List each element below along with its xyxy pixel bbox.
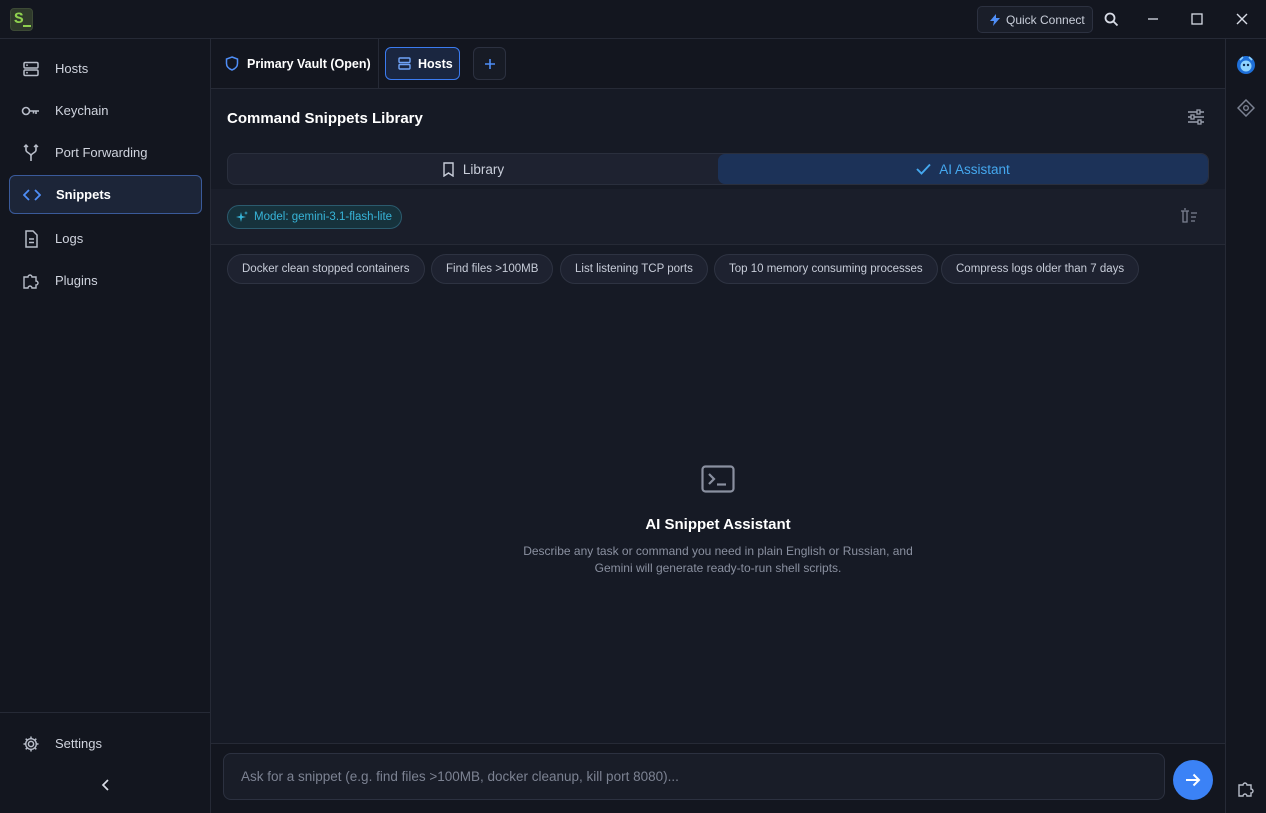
arrow-right-icon [1185, 773, 1201, 787]
puzzle-icon [21, 271, 41, 291]
sparkles-icon [236, 211, 248, 223]
segment-label: AI Assistant [939, 161, 1010, 177]
segment-label: Library [462, 161, 505, 177]
suggestion-chip[interactable]: Top 10 memory consuming processes [714, 254, 938, 284]
suggestion-chip[interactable]: List listening TCP ports [560, 254, 708, 284]
suggestion-chip[interactable]: Find files >100MB [431, 254, 554, 284]
app-logo: S [10, 8, 33, 31]
add-tab-button[interactable] [473, 47, 506, 80]
title-bar: S Quick Connect [0, 0, 1266, 39]
sidebar-item-label: Port Forwarding [55, 145, 148, 160]
empty-state-title: AI Snippet Assistant [645, 516, 791, 533]
shield-icon [225, 56, 239, 71]
gear-icon [21, 734, 41, 754]
page-title: Command Snippets Library [227, 110, 423, 127]
sidebar-item-label: Snippets [56, 187, 111, 202]
check-icon [916, 163, 931, 175]
empty-state-description: Describe any task or command you need in… [523, 544, 913, 575]
chevron-left-icon[interactable] [98, 777, 114, 793]
terminal-icon [701, 465, 735, 493]
assistant-avatar-icon[interactable] [1236, 55, 1256, 75]
sidebar-item-logs[interactable]: Logs [9, 219, 202, 258]
sidebar-item-settings[interactable]: Settings [9, 724, 202, 763]
ai-diamond-icon[interactable] [1237, 99, 1255, 117]
segment-library[interactable]: Library [228, 154, 718, 184]
model-strip: Model: gemini-3.1-flash-lite [211, 189, 1225, 245]
sidebar-divider [0, 712, 210, 713]
search-icon[interactable] [1101, 9, 1121, 29]
sidebar-item-plugins[interactable]: Plugins [9, 261, 202, 300]
sidebar-item-label: Keychain [55, 103, 109, 118]
send-button[interactable] [1173, 760, 1213, 800]
mode-segmented-control: Library AI Assistant [227, 153, 1209, 185]
sidebar-item-port-forwarding[interactable]: Port Forwarding [9, 133, 202, 172]
server-icon [398, 57, 411, 70]
sidebar-item-label: Hosts [55, 61, 89, 76]
prompt-input[interactable] [223, 753, 1165, 800]
quick-connect-label: Quick Connect [1006, 12, 1085, 27]
sidebar-item-label: Logs [55, 231, 84, 246]
code-icon [22, 185, 42, 205]
puzzle-icon[interactable] [1237, 780, 1255, 798]
sidebar-item-keychain[interactable]: Keychain [9, 91, 202, 130]
tab-primary-vault[interactable]: Primary Vault (Open) [211, 39, 379, 88]
close-icon[interactable] [1232, 9, 1252, 29]
clear-trash-icon[interactable] [1180, 208, 1198, 224]
sidebar-item-hosts[interactable]: Hosts [9, 49, 202, 88]
minimize-icon[interactable] [1143, 9, 1163, 29]
sidebar: Hosts Keychain Port Forwarding Snippets … [0, 39, 211, 813]
right-rail [1225, 39, 1266, 813]
sidebar-item-snippets[interactable]: Snippets [9, 175, 202, 214]
tab-hosts[interactable]: Hosts [385, 47, 460, 80]
file-icon [21, 229, 41, 249]
model-badge[interactable]: Model: gemini-3.1-flash-lite [227, 205, 403, 229]
fork-icon [21, 143, 41, 163]
prompt-bar [211, 743, 1225, 813]
quick-connect-button[interactable]: Quick Connect [977, 6, 1093, 33]
tab-label: Hosts [418, 56, 453, 71]
suggestion-chip[interactable]: Compress logs older than 7 days [941, 254, 1140, 284]
server-icon [21, 59, 41, 79]
suggestion-chip[interactable]: Docker clean stopped containers [227, 254, 425, 284]
tab-bar: Primary Vault (Open) Hosts [211, 39, 1225, 89]
maximize-icon[interactable] [1187, 9, 1207, 29]
sliders-icon[interactable] [1187, 109, 1205, 125]
plus-icon [484, 58, 496, 70]
bolt-icon [990, 13, 1000, 26]
tab-label: Primary Vault (Open) [247, 56, 371, 71]
model-badge-label: Model: gemini-3.1-flash-lite [254, 211, 393, 223]
segment-ai-assistant[interactable]: AI Assistant [718, 154, 1208, 184]
key-icon [21, 101, 41, 121]
book-icon [442, 161, 455, 177]
sidebar-item-label: Settings [55, 736, 102, 751]
main-panel: Command Snippets Library Library AI Assi… [211, 89, 1225, 813]
sidebar-item-label: Plugins [55, 273, 98, 288]
